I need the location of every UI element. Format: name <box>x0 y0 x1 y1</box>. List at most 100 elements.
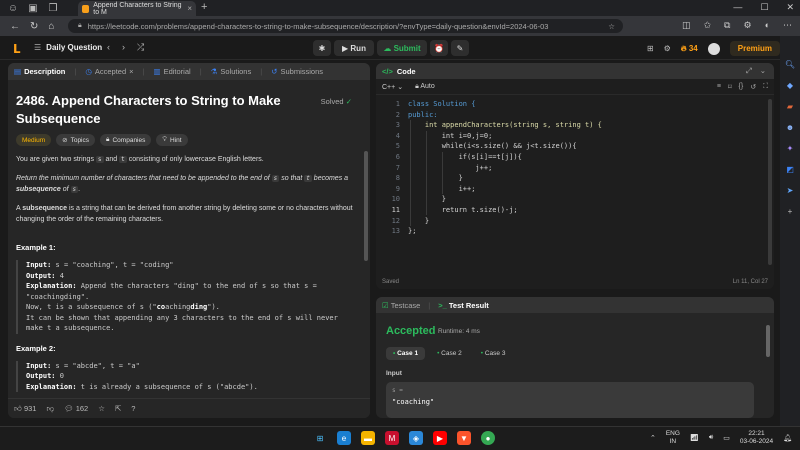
language-select[interactable]: C++ ⌄ <box>382 83 403 91</box>
notifications-icon[interactable]: 🔔︎ <box>783 434 792 442</box>
split-screen-icon[interactable]: ◫ <box>682 20 691 31</box>
fullscreen-icon[interactable]: ⛶ <box>763 83 768 91</box>
debug-button[interactable]: ✱ <box>313 40 331 56</box>
run-button[interactable]: ▶ Run <box>334 40 374 56</box>
url-field[interactable]: 🔒︎ https://leetcode.com/problems/append-… <box>68 19 623 33</box>
tab-actions-icon[interactable]: ❐ <box>46 1 60 15</box>
favorite-star-icon[interactable]: ☆ <box>608 22 615 31</box>
problem-title[interactable]: 2486. Append Characters to String to Mak… <box>16 92 296 128</box>
games-icon[interactable]: ✦ <box>787 144 794 153</box>
new-tab-icon[interactable]: + <box>201 1 207 13</box>
close-window-icon[interactable]: ✕ <box>786 2 794 13</box>
outlook-icon[interactable]: ◩ <box>786 165 794 174</box>
person-icon[interactable]: ☻ <box>786 123 794 132</box>
back-icon[interactable]: ← <box>10 21 20 32</box>
maximize-icon[interactable]: ☐ <box>760 2 768 13</box>
workspaces-icon[interactable]: ▣ <box>26 1 40 15</box>
battery-icon[interactable]: ▭ <box>723 434 730 442</box>
tab-solutions[interactable]: ⚗ Solutions <box>211 67 252 76</box>
settings-icon[interactable]: ⚙ <box>664 44 671 53</box>
minimize-icon[interactable]: — <box>733 2 742 13</box>
topics-tag[interactable]: ⊘ Topics <box>56 134 96 146</box>
close-tab-icon[interactable]: × <box>187 4 192 13</box>
code-line-9[interactable]: i++; <box>408 184 476 195</box>
hint-tag[interactable]: 💡︎ Hint <box>156 134 188 146</box>
case-2-tab[interactable]: • Case 2 <box>430 347 469 360</box>
refresh-icon[interactable]: ↻ <box>30 21 38 32</box>
code-line-8[interactable]: } <box>408 173 463 184</box>
next-problem-icon[interactable]: › <box>122 42 125 53</box>
bookmark-icon[interactable]: ⌑ <box>728 83 732 91</box>
search-icon[interactable]: 🔍︎ <box>785 60 795 69</box>
tab-test-result[interactable]: >_ Test Result <box>438 301 489 310</box>
editor-scrollbar[interactable] <box>768 99 772 265</box>
expand-icon[interactable]: ⤢ <box>746 66 752 76</box>
share-icon[interactable]: ⇱ <box>115 404 121 413</box>
profile-icon[interactable]: ☺ <box>6 1 20 15</box>
case-3-tab[interactable]: • Case 3 <box>474 347 513 360</box>
layout-icon[interactable]: ⊞ <box>647 44 654 53</box>
wifi-icon[interactable]: 📶︎ <box>690 434 699 442</box>
help-icon[interactable]: ? <box>131 404 135 413</box>
extensions-icon[interactable]: ⚙ <box>743 20 751 31</box>
code-line-7[interactable]: j++; <box>408 163 492 174</box>
briefcase-icon[interactable]: ▰ <box>787 102 793 111</box>
tab-editorial[interactable]: ▥ Editorial <box>153 67 190 76</box>
notes-button[interactable]: ✎ <box>451 40 469 56</box>
tag-icon[interactable]: ◆ <box>787 81 793 90</box>
youtube-icon[interactable]: ▶ <box>433 431 447 445</box>
volume-icon[interactable]: 🔊︎ <box>709 434 713 442</box>
code-line-6[interactable]: if(s[i]==t[j]){ <box>408 152 522 163</box>
windows-start-icon[interactable]: ⊞ <box>313 431 327 445</box>
case-1-tab[interactable]: • Case 1 <box>386 347 426 360</box>
paper-plane-icon[interactable]: ➤ <box>787 186 794 195</box>
clock[interactable]: 22:21 03-06-2024 <box>740 430 773 446</box>
code-line-11[interactable]: return t.size()-j; <box>408 205 518 216</box>
daily-question-link[interactable]: ☰ Daily Question <box>34 43 102 52</box>
prev-problem-icon[interactable]: ‹ <box>107 42 110 53</box>
code-line-4[interactable]: int i=0,j=0; <box>408 131 493 142</box>
test-scrollbar[interactable] <box>766 325 770 357</box>
language-indicator[interactable]: ENG IN <box>666 430 680 446</box>
companies-tag[interactable]: 🔒︎ Companies <box>100 134 152 146</box>
more-menu-icon[interactable]: ⋯ <box>783 20 792 31</box>
submit-button[interactable]: ☁ Submit <box>377 40 427 56</box>
code-line-5[interactable]: while(i<s.size() && j<t.size()){ <box>408 141 577 152</box>
code-line-10[interactable]: } <box>408 194 446 205</box>
like-button[interactable]: 👍︎ 931 <box>14 404 36 414</box>
code-line-1[interactable]: class Solution { <box>408 99 475 110</box>
browser-tab[interactable]: Append Characters to String to M × <box>78 1 196 16</box>
add-icon[interactable]: + <box>788 207 793 216</box>
format-icon[interactable]: ≡ <box>717 83 721 91</box>
avatar[interactable] <box>707 42 720 55</box>
tab-description[interactable]: ▤ Description <box>14 67 65 76</box>
autocomplete-toggle[interactable]: 🔒︎ Auto <box>415 83 435 91</box>
timer-button[interactable]: ⏰ <box>430 40 448 56</box>
braces-icon[interactable]: {} <box>739 83 744 91</box>
premium-button[interactable]: Premium <box>729 41 780 56</box>
random-problem-icon[interactable]: ⤮ <box>137 42 144 53</box>
lock-icon[interactable]: 🔒︎ <box>78 22 82 30</box>
dislike-icon[interactable]: 👎︎ <box>46 404 54 414</box>
mcafee-icon[interactable]: M <box>385 431 399 445</box>
tab-testcase[interactable]: ☑ Testcase <box>382 301 420 310</box>
chrome-icon[interactable]: ● <box>481 431 495 445</box>
tab-accepted[interactable]: ◷ Accepted × <box>85 67 133 76</box>
chevron-up-icon[interactable]: ⌃ <box>650 434 656 442</box>
profile-avatar-icon[interactable]: ◐ <box>765 20 770 31</box>
brave-icon[interactable]: ▼ <box>457 431 471 445</box>
tab-submissions[interactable]: ↺ Submissions <box>271 67 323 76</box>
code-line-2[interactable]: public: <box>408 110 438 121</box>
home-icon[interactable]: ⌂ <box>48 21 54 32</box>
comments-button[interactable]: 💬︎ 162 <box>64 404 88 413</box>
problem-scrollbar[interactable] <box>364 151 368 261</box>
collections-icon[interactable]: ⧉ <box>724 20 730 31</box>
reset-icon[interactable]: ↺ <box>750 83 756 91</box>
code-line-13[interactable]: }; <box>408 226 416 237</box>
collapse-icon[interactable]: ⌄ <box>760 66 766 76</box>
streak-counter[interactable]: 🔥︎ 34 <box>681 44 698 54</box>
favorites-icon[interactable]: ✩ <box>704 20 712 31</box>
leetcode-logo-icon[interactable]: ᒪ <box>13 42 25 56</box>
code-line-3[interactable]: int appendCharacters(string s, string t)… <box>408 120 602 131</box>
code-editor[interactable]: 1 2 3 4 5 6 7 8 9 10 11 12 13 class Solu… <box>376 99 766 269</box>
